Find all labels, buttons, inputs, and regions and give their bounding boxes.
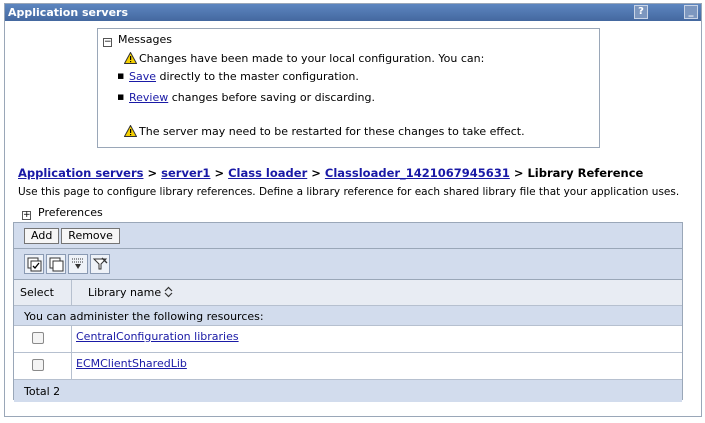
restart-warning: The server may need to be restarted for … <box>123 124 525 140</box>
table-row: CentralConfiguration libraries <box>14 326 682 353</box>
breadcrumb-classloader[interactable]: Classloader_1421067945631 <box>325 166 510 180</box>
collapse-messages-toggle[interactable]: − <box>103 38 112 47</box>
show-filter-icon[interactable] <box>68 254 88 274</box>
button-toolbar: Add Remove <box>14 223 682 249</box>
table-row: ECMClientSharedLib <box>14 353 682 380</box>
review-rest-text: changes before saving or discarding. <box>168 91 375 104</box>
add-button[interactable]: Add <box>24 228 60 244</box>
row-name-cell: ECMClientSharedLib <box>72 353 682 379</box>
breadcrumb-separator: > <box>509 166 528 180</box>
administer-note: You can administer the following resourc… <box>14 306 682 326</box>
breadcrumb-separator: > <box>143 166 162 180</box>
changes-text: Changes have been made to your local con… <box>139 52 485 65</box>
row-checkbox[interactable] <box>32 359 44 371</box>
clear-filter-icon[interactable] <box>90 254 110 274</box>
save-bullet: Save directly to the master configuratio… <box>117 69 359 83</box>
breadcrumb-application-servers[interactable]: Application servers <box>18 166 143 180</box>
save-rest-text: directly to the master configuration. <box>156 70 359 83</box>
page-description: Use this page to configure library refer… <box>18 186 680 198</box>
expand-preferences-toggle[interactable]: + <box>22 211 31 220</box>
select-all-icon[interactable] <box>24 254 44 274</box>
row-name-cell: CentralConfiguration libraries <box>72 326 682 352</box>
panel-titlebar: Application servers ? _ <box>5 4 701 21</box>
messages-header: − Messages <box>103 33 172 47</box>
library-name-header-label: Library name <box>88 286 162 299</box>
breadcrumb-class-loader[interactable]: Class loader <box>228 166 307 180</box>
preferences-label: Preferences <box>38 206 103 219</box>
changes-warning: Changes have been made to your local con… <box>123 51 485 67</box>
breadcrumb: Application servers > server1 > Class lo… <box>18 166 643 180</box>
icon-toolbar <box>14 249 682 280</box>
table-header: Select Library name <box>14 280 682 306</box>
library-name-column-header[interactable]: Library name <box>72 280 682 305</box>
warning-icon <box>123 51 138 67</box>
table-total: Total 2 <box>14 380 682 402</box>
library-link[interactable]: ECMClientSharedLib <box>76 357 187 370</box>
row-select-cell <box>14 326 72 352</box>
minimize-button[interactable]: _ <box>684 5 698 19</box>
breadcrumb-separator: > <box>307 166 325 180</box>
sort-icon[interactable] <box>164 286 173 301</box>
remove-button[interactable]: Remove <box>61 228 120 244</box>
row-checkbox[interactable] <box>32 332 44 344</box>
preferences-section[interactable]: + Preferences <box>22 206 103 220</box>
breadcrumb-server1[interactable]: server1 <box>161 166 210 180</box>
help-button[interactable]: ? <box>634 5 648 19</box>
library-link[interactable]: CentralConfiguration libraries <box>76 330 239 343</box>
save-link[interactable]: Save <box>129 70 156 83</box>
messages-heading: Messages <box>118 33 172 46</box>
select-column-header: Select <box>14 280 72 305</box>
breadcrumb-separator: > <box>210 166 229 180</box>
warning-icon <box>123 124 138 140</box>
breadcrumb-current: Library Reference <box>527 166 644 180</box>
review-bullet: Review changes before saving or discardi… <box>117 90 375 104</box>
library-reference-table: Add Remove Select Library name You can ad… <box>13 222 683 402</box>
deselect-all-icon[interactable] <box>46 254 66 274</box>
restart-text: The server may need to be restarted for … <box>139 125 525 138</box>
row-select-cell <box>14 353 72 379</box>
messages-box: − Messages Changes have been made to your… <box>97 28 600 148</box>
review-link[interactable]: Review <box>129 91 168 104</box>
panel-title: Application servers <box>8 6 129 19</box>
